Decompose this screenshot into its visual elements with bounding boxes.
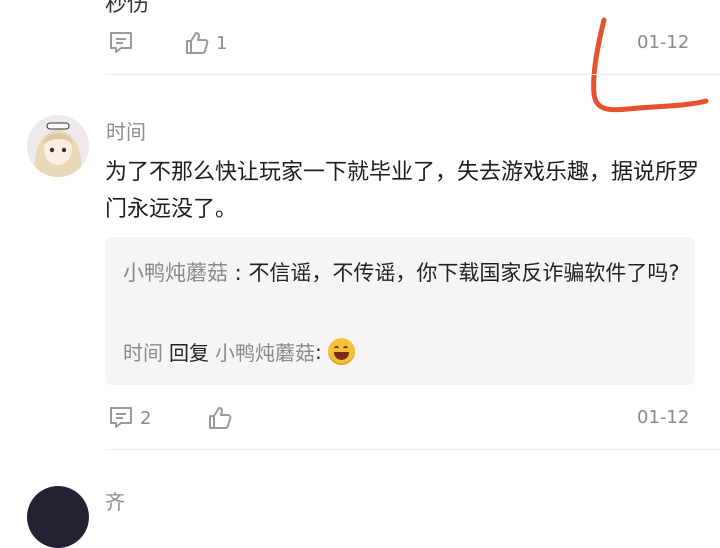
previous-comment-text: 秒伤 <box>105 0 150 17</box>
reply-item: 时间 回复 小鸭炖蘑菇 : <box>123 337 355 366</box>
comment-icon <box>110 407 132 428</box>
comment-count: 2 <box>140 407 152 429</box>
reply-preview[interactable]: 小鸭炖蘑菇 : 不信谣，不传谣，你下载国家反诈骗软件了吗? 时间 回复 小鸭炖蘑… <box>105 237 695 385</box>
grinning-face-emoji-icon <box>327 338 355 365</box>
avatar[interactable] <box>27 486 89 548</box>
reply-separator: : <box>315 339 322 364</box>
comment-button[interactable] <box>108 30 134 56</box>
reply-author[interactable]: 小鸭炖蘑菇 <box>123 261 228 285</box>
reply-responder[interactable]: 时间 <box>123 337 163 366</box>
reply-target[interactable]: 小鸭炖蘑菇 <box>215 337 315 366</box>
comment-text: 为了不那么快让玩家一下就毕业了，失去游戏乐趣，据说所罗门永远没了。 <box>105 160 700 222</box>
annotation-scribble <box>591 17 709 113</box>
comment-date: 01-12 <box>637 407 690 428</box>
comment-button[interactable]: 2 <box>108 405 151 431</box>
comment-icon <box>110 32 132 53</box>
comment-username[interactable]: 齐 <box>105 486 125 515</box>
thumbs-up-icon <box>209 407 232 429</box>
divider <box>105 74 720 75</box>
like-button[interactable]: 1 <box>184 30 227 56</box>
reply-item: 小鸭炖蘑菇 : 不信谣，不传谣，你下载国家反诈骗软件了吗? <box>123 255 688 291</box>
comment-username[interactable]: 时间 <box>106 116 146 145</box>
avatar[interactable] <box>27 115 89 177</box>
avatar-image <box>27 115 89 177</box>
thumbs-up-icon <box>186 32 209 54</box>
divider <box>105 449 720 450</box>
like-count: 1 <box>216 32 228 54</box>
like-button[interactable] <box>207 405 233 431</box>
reply-action-label: 回复 <box>169 341 209 365</box>
reply-separator: : <box>228 261 249 285</box>
reply-text: 不信谣，不传谣，你下载国家反诈骗软件了吗? <box>248 261 680 285</box>
